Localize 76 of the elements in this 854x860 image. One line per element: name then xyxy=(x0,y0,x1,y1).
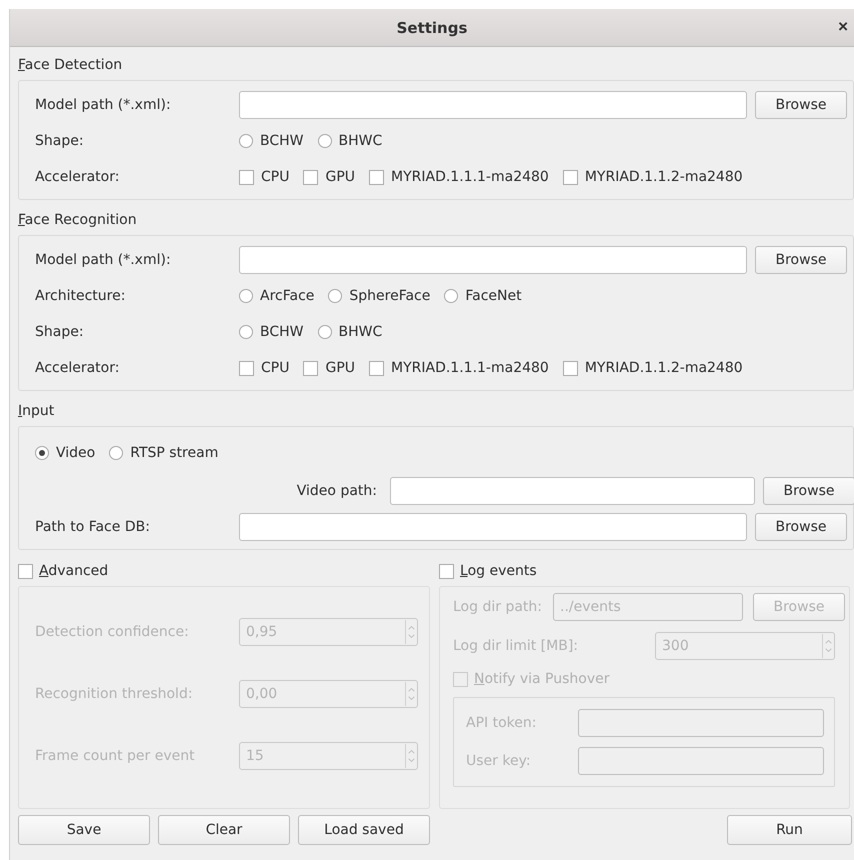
radio-button[interactable] xyxy=(35,446,49,460)
path-field[interactable] xyxy=(390,477,755,505)
checkbox[interactable] xyxy=(303,170,318,184)
radio-option[interactable]: BHWC xyxy=(318,133,382,149)
radio-option[interactable]: SphereFace xyxy=(328,288,430,304)
field-label: Detection confidence: xyxy=(35,624,190,640)
checkbox[interactable] xyxy=(18,564,33,578)
radio-option[interactable]: BHWC xyxy=(318,324,382,340)
radio-option[interactable]: BCHW xyxy=(239,133,304,149)
checkbox-option[interactable]: GPU xyxy=(303,169,356,185)
radio-option[interactable]: BCHW xyxy=(239,324,304,340)
checkbox-option[interactable]: CPU xyxy=(239,169,290,185)
group-title: Face Recognition xyxy=(18,211,137,230)
checkbox[interactable] xyxy=(369,360,384,376)
field-label: Shape: xyxy=(35,324,85,340)
path-field[interactable] xyxy=(239,246,747,274)
radio-button[interactable] xyxy=(318,134,332,148)
radio-button[interactable] xyxy=(239,325,253,339)
radio-button[interactable] xyxy=(109,446,124,460)
field-label: Log dir limit [MB]: xyxy=(453,638,580,654)
path-field[interactable] xyxy=(239,91,747,119)
radio-button[interactable] xyxy=(318,325,332,339)
window-title: Settings xyxy=(396,18,468,36)
close-button[interactable]: × xyxy=(834,17,852,37)
field-label: Shape: xyxy=(35,133,85,149)
spin-arrows-icon[interactable] xyxy=(405,744,417,768)
radio-button[interactable] xyxy=(239,289,253,303)
field-label: Architecture: xyxy=(35,288,126,304)
radio-option[interactable]: ArcFace xyxy=(239,288,314,304)
field-label: API token: xyxy=(466,715,538,731)
field-label: Model path (*.xml): xyxy=(35,97,172,113)
path-field[interactable] xyxy=(239,513,747,541)
field-label: Path to Face DB: xyxy=(35,519,151,535)
field-label: Accelerator: xyxy=(35,360,120,376)
spin-arrows-icon[interactable] xyxy=(405,682,417,706)
checkbox[interactable] xyxy=(439,564,454,578)
radio-option[interactable]: RTSP stream xyxy=(109,445,218,461)
checkbox-option[interactable]: MYRIAD.1.1.2-ma2480 xyxy=(562,169,743,185)
field-label: Frame count per event xyxy=(35,748,196,764)
checkbox[interactable] xyxy=(562,360,578,376)
checkbox[interactable] xyxy=(303,360,318,376)
spin-arrows-icon[interactable] xyxy=(822,634,834,658)
radio-button[interactable] xyxy=(328,289,342,303)
action-button[interactable]: Clear xyxy=(158,815,290,845)
field-label: Recognition threshold: xyxy=(35,686,194,702)
radio-button[interactable] xyxy=(444,289,458,303)
action-button[interactable]: Load saved xyxy=(298,815,430,845)
field-label: Model path (*.xml): xyxy=(35,252,172,268)
checkbox[interactable] xyxy=(369,170,384,184)
checkbox-option[interactable]: MYRIAD.1.1.1-ma2480 xyxy=(369,360,549,376)
checkbox-option[interactable]: MYRIAD.1.1.1-ma2480 xyxy=(369,169,549,185)
checkbox[interactable] xyxy=(453,672,468,686)
browse-button[interactable]: Browse xyxy=(763,477,854,505)
field-label: Video path: xyxy=(296,483,378,499)
field-label: Log dir path: xyxy=(453,599,543,615)
checkbox[interactable] xyxy=(239,170,254,184)
field-label: User key: xyxy=(466,753,532,769)
action-button[interactable]: Save xyxy=(18,815,150,845)
checkbox[interactable] xyxy=(239,360,254,376)
checkbox[interactable] xyxy=(562,170,578,184)
checkbox-option[interactable]: GPU xyxy=(303,360,356,376)
browse-button[interactable]: Browse xyxy=(755,246,847,274)
radio-option[interactable]: FaceNet xyxy=(444,288,522,304)
run-button[interactable]: Run xyxy=(727,815,852,845)
radio-option[interactable]: Video xyxy=(35,445,96,461)
checkbox-option[interactable]: Log events xyxy=(439,560,850,582)
spin-arrows-icon[interactable] xyxy=(405,620,417,644)
radio-button[interactable] xyxy=(239,134,253,148)
field-label: Accelerator: xyxy=(35,169,120,185)
browse-button[interactable]: Browse xyxy=(755,513,847,541)
checkbox-option[interactable]: MYRIAD.1.1.2-ma2480 xyxy=(562,360,743,376)
group-title: Face Detection xyxy=(18,56,122,75)
checkbox-option[interactable]: CPU xyxy=(239,360,290,376)
checkbox-option[interactable]: Advanced xyxy=(18,560,430,582)
browse-button[interactable]: Browse xyxy=(755,91,847,119)
group-title: Input xyxy=(18,402,54,421)
